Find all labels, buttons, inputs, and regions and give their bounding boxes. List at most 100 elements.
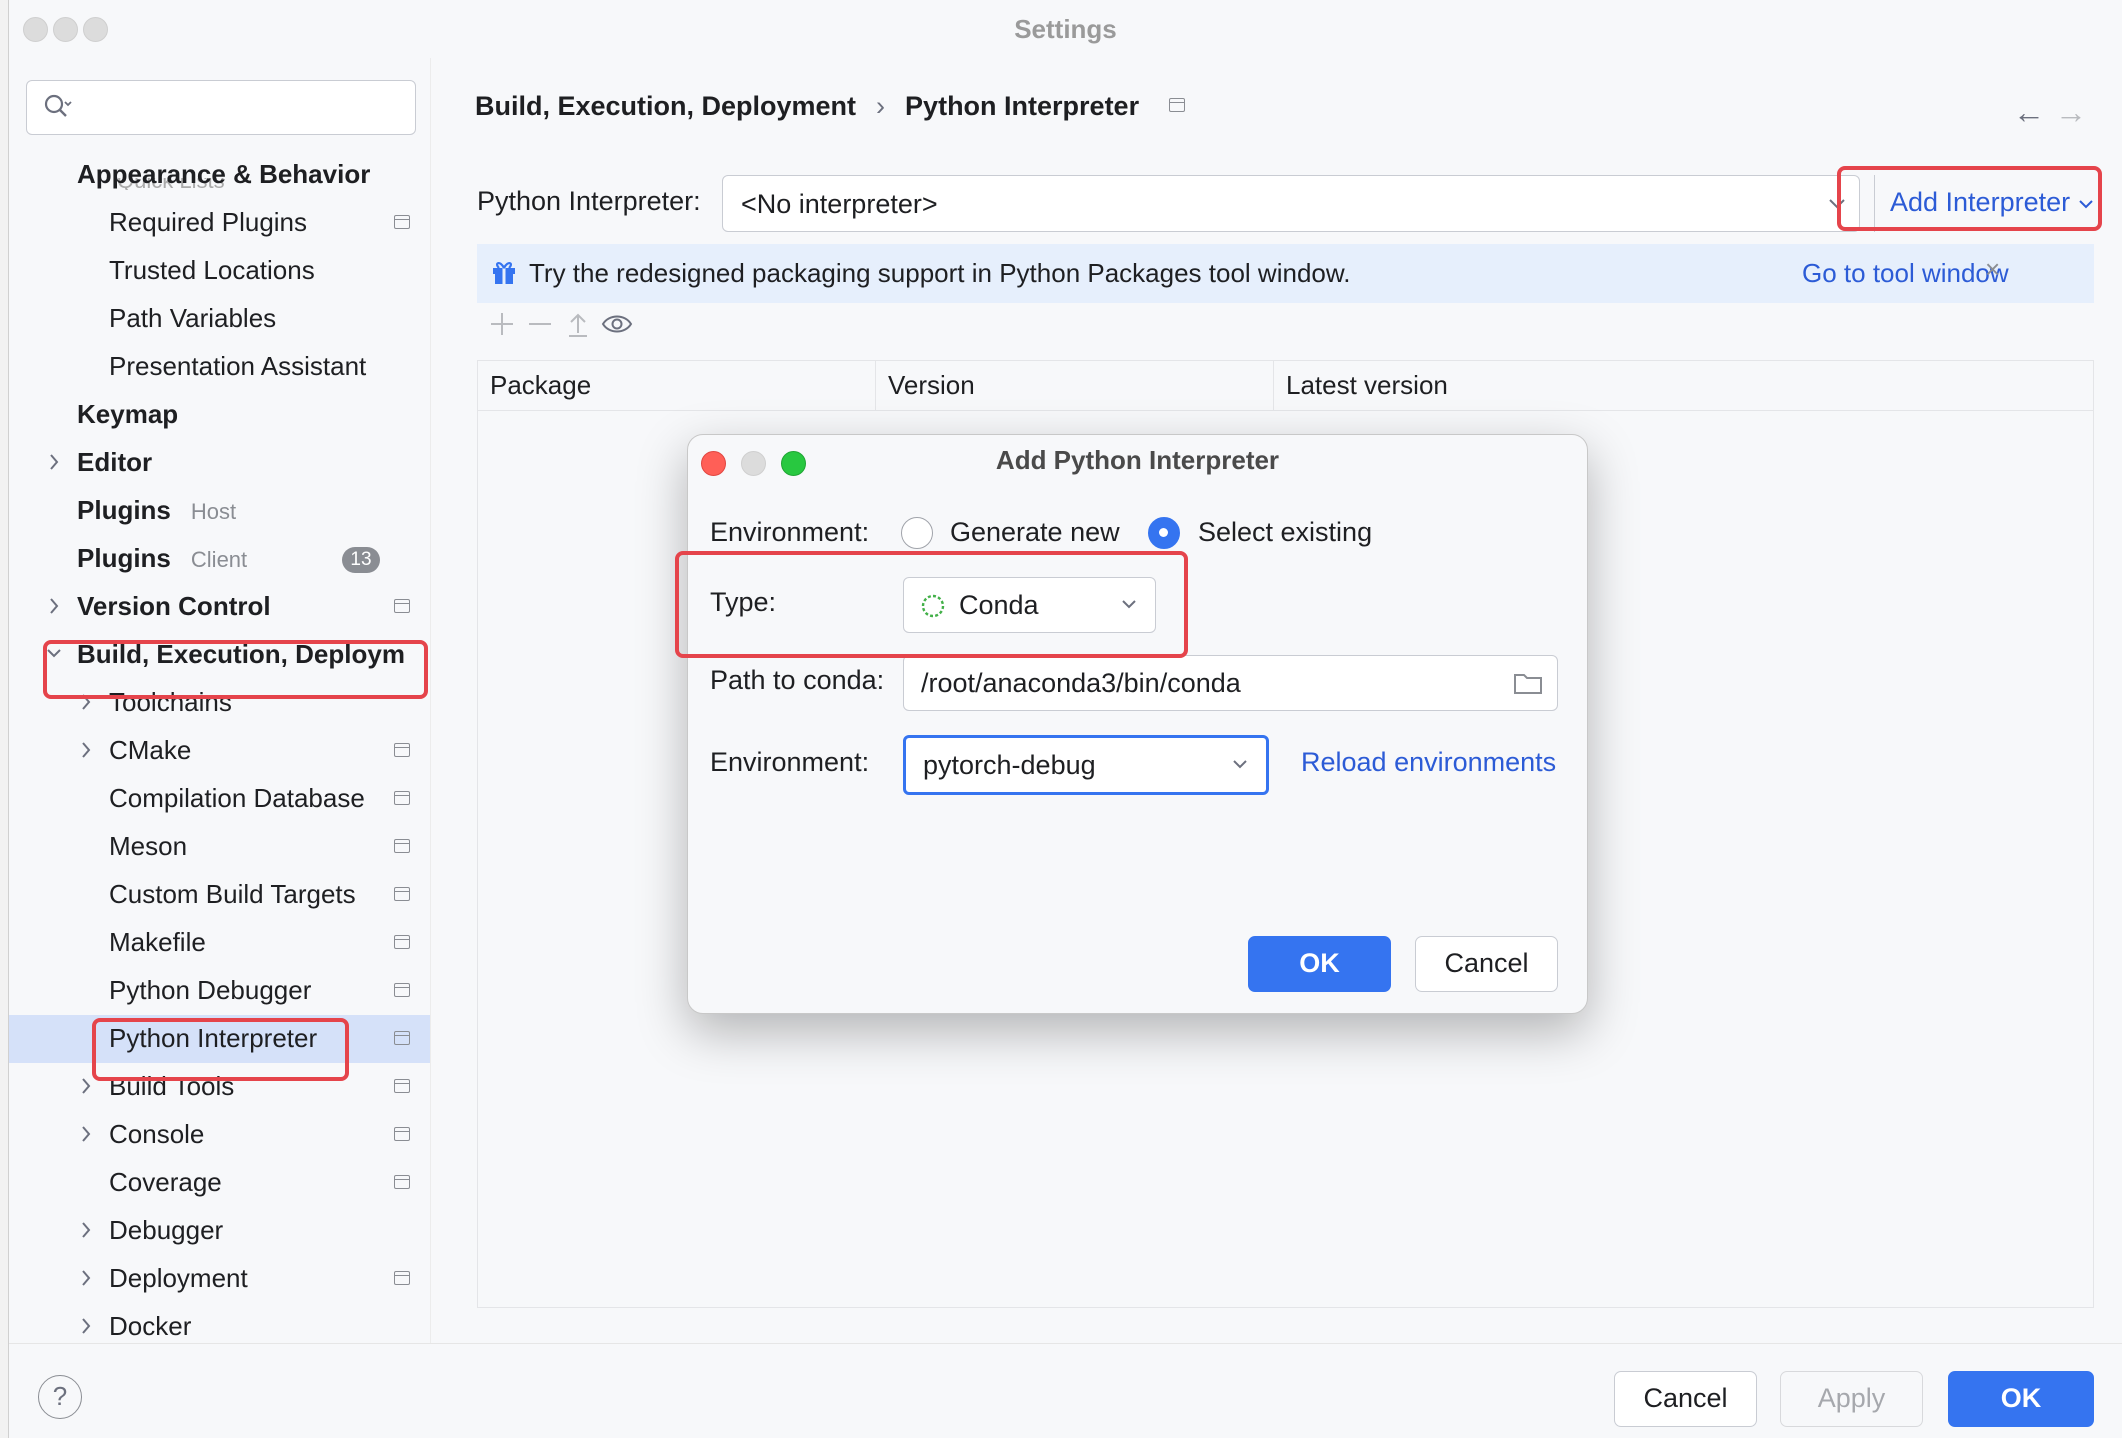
generate-new-radio[interactable] xyxy=(901,517,933,549)
folder-icon[interactable] xyxy=(1513,670,1543,696)
sidebar-item[interactable]: Coverage xyxy=(9,1159,430,1207)
sidebar-item[interactable]: Python Interpreter xyxy=(9,1015,430,1063)
type-dropdown[interactable]: Conda xyxy=(903,577,1156,633)
dialog-cancel-button[interactable]: Cancel xyxy=(1415,936,1558,992)
apply-button[interactable]: Apply xyxy=(1780,1371,1923,1427)
sidebar-item[interactable]: Deployment xyxy=(9,1255,430,1303)
close-window-button[interactable] xyxy=(23,17,48,42)
ok-button[interactable]: OK xyxy=(1948,1371,2094,1427)
sidebar-item[interactable]: Compilation Database xyxy=(9,775,430,823)
sidebar-item[interactable]: Presentation Assistant xyxy=(9,343,430,391)
sidebar-item[interactable]: Version Control xyxy=(9,583,430,631)
packages-toolbar xyxy=(477,303,2094,353)
sidebar-item-label: Build, Execution, Deploym xyxy=(77,639,405,669)
environment-dropdown[interactable]: pytorch-debug xyxy=(903,735,1269,795)
breadcrumb-current: Python Interpreter xyxy=(905,91,1140,121)
sidebar-item[interactable]: Keymap xyxy=(9,391,430,439)
sidebar-item[interactable]: Editor xyxy=(9,439,430,487)
close-icon[interactable]: × xyxy=(1985,254,2000,285)
sidebar-item-label: Required Plugins xyxy=(109,207,308,237)
help-icon[interactable]: ? xyxy=(38,1375,82,1419)
sidebar-item[interactable]: Build Tools xyxy=(9,1063,430,1111)
sidebar-item-label: Deployment xyxy=(109,1263,248,1293)
sidebar-item[interactable]: Build, Execution, Deploym xyxy=(9,631,430,679)
column-version[interactable]: Version xyxy=(876,361,1274,411)
screen: Settings Quick Lists Appearance & Behavi… xyxy=(0,0,2122,1438)
environment-mode-label: Environment: xyxy=(710,517,870,547)
back-arrow-icon[interactable]: ← xyxy=(2013,94,2045,131)
eye-icon[interactable] xyxy=(600,309,634,339)
chevron-right-icon[interactable] xyxy=(47,596,61,616)
footer-bar: ? Cancel Apply OK xyxy=(9,1343,2122,1438)
chevron-right-icon[interactable] xyxy=(79,1316,93,1336)
chevron-right-icon[interactable] xyxy=(47,452,61,472)
dialog-ok-button[interactable]: OK xyxy=(1248,936,1391,992)
breadcrumb-parent[interactable]: Build, Execution, Deployment xyxy=(475,91,856,121)
python-interpreter-label: Python Interpreter: xyxy=(477,186,701,216)
sidebar-item[interactable]: Meson xyxy=(9,823,430,871)
sidebar-item[interactable]: Plugins Host xyxy=(9,487,430,535)
type-label: Type: xyxy=(710,587,777,617)
project-scope-icon xyxy=(394,839,410,853)
sidebar-item[interactable]: Plugins Client 13 xyxy=(9,535,430,583)
chevron-down-icon xyxy=(1122,600,1136,609)
forward-arrow-icon[interactable]: → xyxy=(2055,94,2087,131)
column-package[interactable]: Package xyxy=(478,361,876,411)
project-scope-icon xyxy=(394,1271,410,1285)
python-interpreter-dropdown[interactable]: <No interpreter> xyxy=(722,175,1860,232)
settings-sidebar: Quick Lists Appearance & BehaviorRequire… xyxy=(9,58,431,1343)
sidebar-item-label: Plugins Host xyxy=(77,495,237,525)
sidebar-item[interactable]: Makefile xyxy=(9,919,430,967)
select-existing-label[interactable]: Select existing xyxy=(1198,517,1372,548)
sidebar-item[interactable]: Python Debugger xyxy=(9,967,430,1015)
sidebar-item[interactable]: CMake xyxy=(9,727,430,775)
chevron-right-icon[interactable] xyxy=(79,1268,93,1288)
sidebar-item[interactable]: Path Variables xyxy=(9,295,430,343)
sidebar-item-label: Docker xyxy=(109,1311,192,1341)
sidebar-item-label: Path Variables xyxy=(109,303,277,333)
select-existing-radio[interactable] xyxy=(1148,517,1180,549)
sidebar-item[interactable]: Trusted Locations xyxy=(9,247,430,295)
table-header: Package Version Latest version xyxy=(478,361,2093,411)
column-latest-version[interactable]: Latest version xyxy=(1274,361,2095,411)
sidebar-item-label: Debugger xyxy=(109,1215,224,1245)
sidebar-item[interactable]: Appearance & Behavior xyxy=(9,151,430,199)
sidebar-item[interactable]: Docker xyxy=(9,1303,430,1343)
cancel-button[interactable]: Cancel xyxy=(1614,1371,1757,1427)
reload-environments-link[interactable]: Reload environments xyxy=(1301,747,1556,778)
upgrade-package-icon[interactable] xyxy=(563,309,593,339)
chevron-right-icon[interactable] xyxy=(79,740,93,760)
remove-package-icon[interactable] xyxy=(525,309,555,339)
add-python-interpreter-dialog: Add Python Interpreter Environment: Gene… xyxy=(687,434,1588,1014)
project-scope-icon xyxy=(394,887,410,901)
breadcrumb: Build, Execution, Deployment › Python Inte… xyxy=(475,91,1186,122)
sidebar-item-label: Editor xyxy=(77,447,153,477)
chevron-right-icon[interactable] xyxy=(79,1076,93,1096)
chevron-down-icon xyxy=(1233,760,1247,769)
chevron-right-icon[interactable] xyxy=(79,692,93,712)
minimize-window-button[interactable] xyxy=(53,17,78,42)
sidebar-item[interactable]: Toolchains xyxy=(9,679,430,727)
path-to-conda-input[interactable]: /root/anaconda3/bin/conda xyxy=(903,655,1558,711)
add-package-icon[interactable] xyxy=(487,309,517,339)
add-interpreter-button[interactable]: Add Interpreter xyxy=(1874,175,2095,232)
chevron-right-icon[interactable] xyxy=(79,1220,93,1240)
search-input[interactable] xyxy=(26,80,416,135)
chevron-right-icon[interactable] xyxy=(79,1124,93,1144)
sidebar-item[interactable]: Debugger xyxy=(9,1207,430,1255)
generate-new-label[interactable]: Generate new xyxy=(950,517,1120,548)
sidebar-item-label: Meson xyxy=(109,831,188,861)
zoom-window-button[interactable] xyxy=(83,17,108,42)
project-scope-icon xyxy=(394,1031,410,1045)
sidebar-item-sublabel: Host xyxy=(190,499,237,524)
add-interpreter-label: Add Interpreter xyxy=(1890,187,2071,217)
sidebar-item[interactable]: Custom Build Targets xyxy=(9,871,430,919)
chevron-down-icon[interactable] xyxy=(47,644,61,664)
go-to-tool-window-link[interactable]: Go to tool window xyxy=(1802,258,2009,289)
dialog-title: Add Python Interpreter xyxy=(995,445,1280,475)
sidebar-item[interactable]: Required Plugins xyxy=(9,199,430,247)
sidebar-item-label: Toolchains xyxy=(109,687,232,717)
project-scope-icon xyxy=(394,215,410,229)
path-to-conda-label: Path to conda: xyxy=(710,665,885,695)
sidebar-item[interactable]: Console xyxy=(9,1111,430,1159)
